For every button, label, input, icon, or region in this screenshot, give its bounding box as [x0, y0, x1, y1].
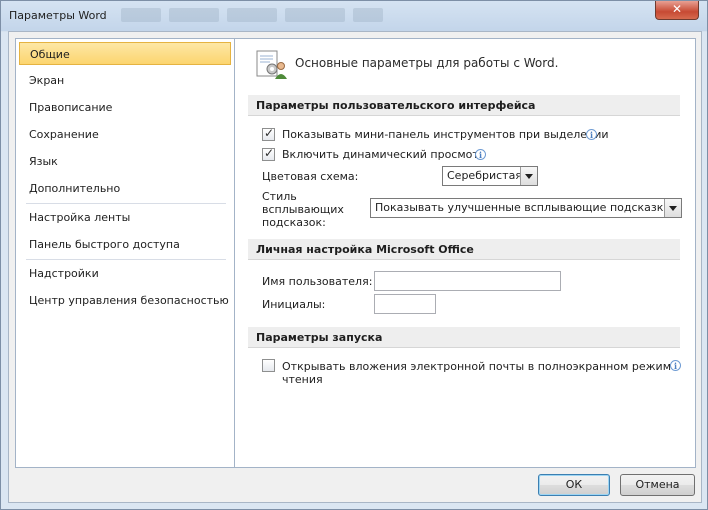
- panel-header: Основные параметры для работы с Word.: [295, 56, 559, 70]
- close-button[interactable]: ✕: [655, 1, 699, 20]
- tooltip-style-value: Показывать улучшенные всплывающие подска…: [375, 201, 671, 214]
- tooltip-style-select[interactable]: Показывать улучшенные всплывающие подска…: [370, 198, 682, 218]
- username-label: Имя пользователя:: [262, 275, 373, 288]
- checkmark-icon: ✓: [264, 146, 275, 160]
- sidebar-item-language[interactable]: Язык: [19, 150, 231, 173]
- window-title: Параметры Word: [9, 9, 107, 22]
- info-icon[interactable]: i: [475, 149, 486, 160]
- general-options-panel: Основные параметры для работы с Word. Па…: [234, 38, 696, 468]
- sidebar-item-display[interactable]: Экран: [19, 69, 231, 92]
- section-personalize-office: Личная настройка Microsoft Office: [248, 239, 680, 260]
- general-options-icon: [256, 50, 287, 79]
- dropdown-arrow-box: [520, 167, 537, 185]
- sidebar-divider: [26, 203, 226, 204]
- tooltip-style-label-line2: всплывающих: [262, 203, 344, 216]
- sidebar-item-trust-center[interactable]: Центр управления безопасностью: [19, 289, 231, 312]
- sidebar-divider: [26, 259, 226, 260]
- live-preview-label[interactable]: Включить динамический просмотр: [282, 148, 486, 161]
- sidebar-item-general[interactable]: Общие: [19, 42, 231, 65]
- info-icon[interactable]: i: [670, 360, 681, 371]
- live-preview-checkbox[interactable]: ✓: [262, 146, 275, 161]
- color-scheme-select[interactable]: Серебристая: [442, 166, 538, 186]
- chevron-down-icon: [525, 174, 533, 179]
- sidebar-item-add-ins[interactable]: Надстройки: [19, 262, 231, 285]
- tooltip-style-label-line1: Стиль: [262, 190, 297, 203]
- title-bar[interactable]: Параметры Word ✕: [1, 1, 707, 31]
- mini-toolbar-label[interactable]: Показывать мини-панель инструментов при …: [282, 128, 609, 141]
- mini-toolbar-checkbox[interactable]: ✓: [262, 126, 275, 141]
- initials-label: Инициалы:: [262, 298, 326, 311]
- open-attachments-label-line2[interactable]: чтения: [282, 373, 323, 386]
- categories-sidebar: Общие Экран Правописание Сохранение Язык…: [15, 38, 235, 468]
- dialog-client-area: Общие Экран Правописание Сохранение Язык…: [8, 31, 702, 503]
- username-input[interactable]: [374, 271, 561, 291]
- sidebar-item-advanced[interactable]: Дополнительно: [19, 177, 231, 200]
- background-ribbon-blur: [121, 8, 383, 22]
- section-startup-options: Параметры запуска: [248, 327, 680, 348]
- open-attachments-checkbox[interactable]: [262, 359, 275, 372]
- dropdown-arrow-box: [664, 199, 681, 217]
- info-icon[interactable]: i: [586, 129, 597, 140]
- initials-input[interactable]: [374, 294, 436, 314]
- color-scheme-label: Цветовая схема:: [262, 170, 359, 183]
- sidebar-item-save[interactable]: Сохранение: [19, 123, 231, 146]
- options-dialog: Параметры Word ✕ Общие Экран Правописани…: [0, 0, 708, 510]
- tooltip-style-label-line3: подсказок:: [262, 216, 326, 229]
- open-attachments-label-line1[interactable]: Открывать вложения электронной почты в п…: [282, 360, 678, 373]
- sidebar-item-quick-access-toolbar[interactable]: Панель быстрого доступа: [19, 233, 231, 256]
- cancel-button[interactable]: Отмена: [620, 474, 695, 496]
- sidebar-item-proofing[interactable]: Правописание: [19, 96, 231, 119]
- sidebar-item-customize-ribbon[interactable]: Настройка ленты: [19, 206, 231, 229]
- section-ui-options: Параметры пользовательского интерфейса: [248, 95, 680, 116]
- color-scheme-value: Серебристая: [447, 169, 522, 182]
- checkmark-icon: ✓: [264, 126, 275, 140]
- ok-button[interactable]: ОК: [538, 474, 610, 496]
- chevron-down-icon: [669, 206, 677, 211]
